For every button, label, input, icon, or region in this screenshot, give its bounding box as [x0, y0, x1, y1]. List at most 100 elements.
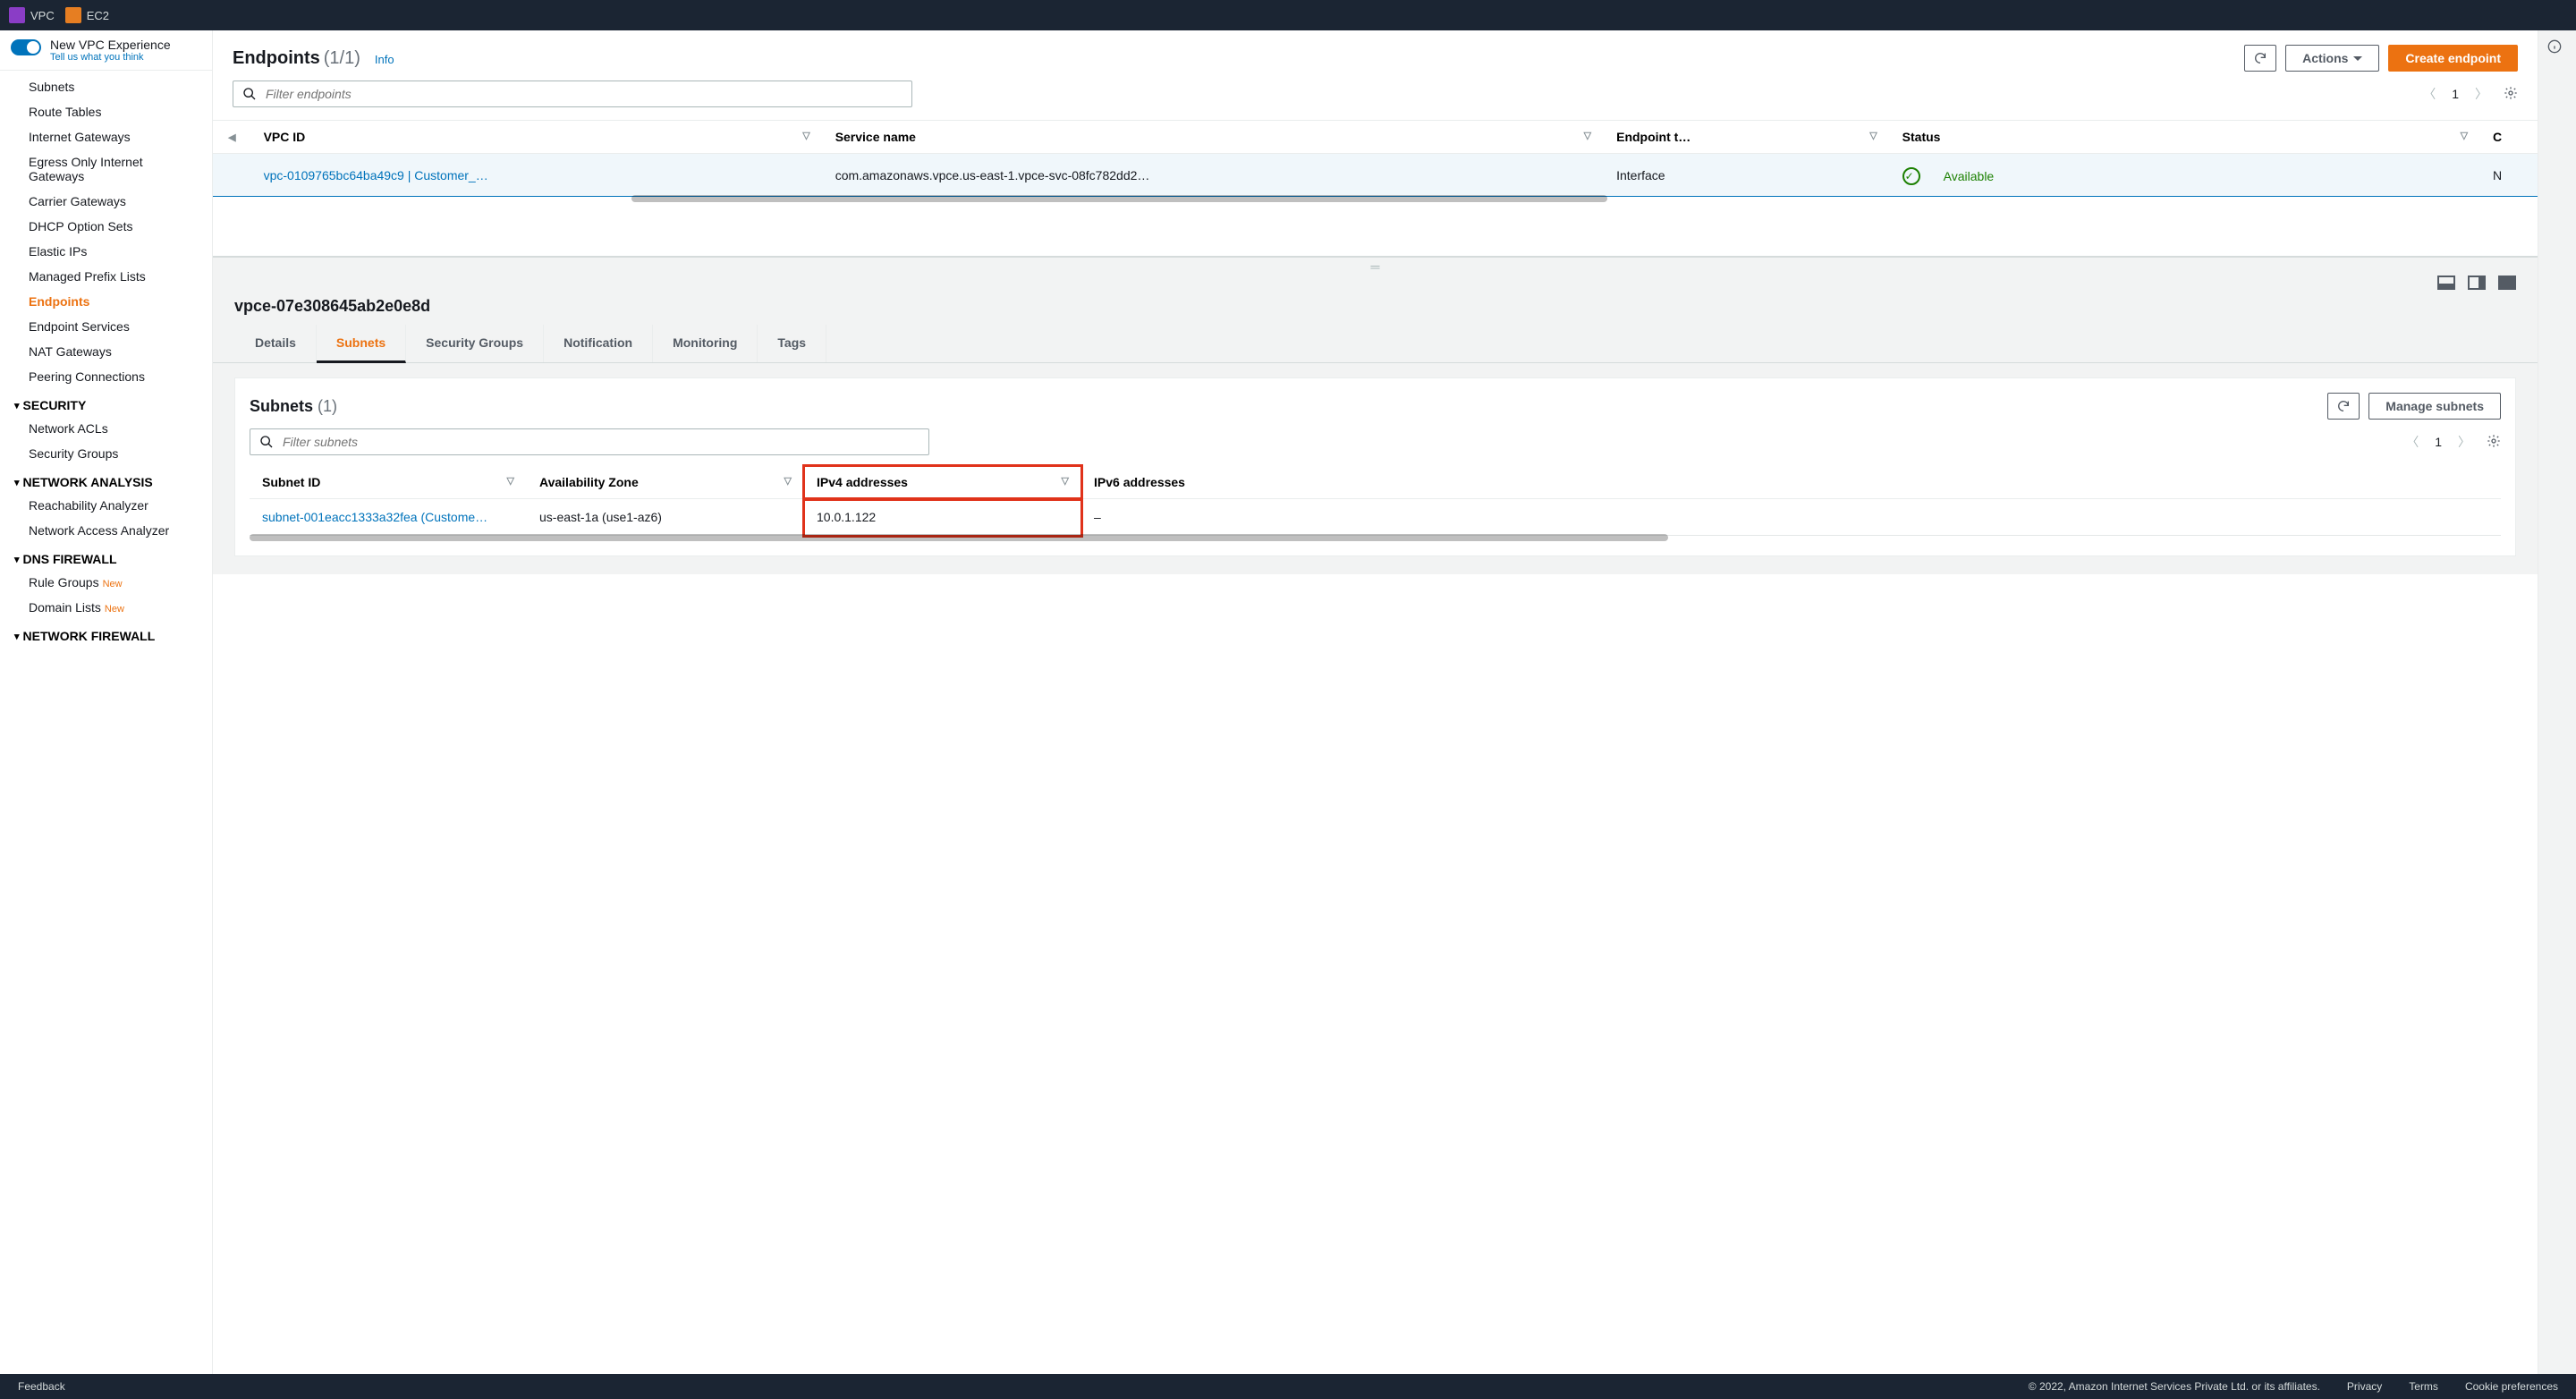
sidebar-item[interactable]: DHCP Option Sets [0, 214, 212, 239]
page-number: 1 [2452, 87, 2459, 101]
terms-link[interactable]: Terms [2409, 1380, 2438, 1393]
sidebar-item[interactable]: Domain ListsNew [0, 595, 212, 620]
sidebar-item[interactable]: Security Groups [0, 441, 212, 466]
gear-icon [2504, 86, 2518, 100]
subnets-panel: Subnets (1) Manage subnets [234, 377, 2516, 556]
vpc-link[interactable]: vpc-0109765bc64ba49c9 | Customer_… [264, 168, 488, 182]
help-panel-toggle[interactable] [2538, 30, 2576, 1374]
sidebar-item[interactable]: Subnets [0, 74, 212, 99]
filter-input-field[interactable] [266, 87, 902, 101]
next-page[interactable]: 〉 [2458, 433, 2470, 451]
refresh-button[interactable] [2244, 45, 2276, 72]
horizontal-scrollbar[interactable] [213, 195, 2538, 202]
sidebar-item[interactable]: Endpoint Services [0, 314, 212, 339]
sidebar-item[interactable]: Endpoints [0, 289, 212, 314]
tab-bar: DetailsSubnetsSecurity GroupsNotificatio… [213, 325, 2538, 363]
filter-endpoints-input[interactable] [233, 81, 912, 107]
service-tab-ec2[interactable]: EC2 [65, 7, 109, 23]
sidebar-item[interactable]: Network Access Analyzer [0, 518, 212, 543]
nav-group[interactable]: DNS FIREWALL [0, 543, 212, 570]
cell-ipv4: 10.0.1.122 [804, 499, 1081, 536]
tab-details[interactable]: Details [234, 325, 317, 362]
filter-subnets-input[interactable] [250, 428, 929, 455]
tab-notification[interactable]: Notification [544, 325, 653, 362]
sidebar-item[interactable]: Internet Gateways [0, 124, 212, 149]
col-endpoint-type[interactable]: Endpoint t…▽ [1604, 121, 1890, 154]
table-row[interactable]: vpc-0109765bc64ba49c9 | Customer_… com.a… [213, 154, 2538, 197]
cell-ipv6: – [1081, 499, 2501, 536]
create-endpoint-button[interactable]: Create endpoint [2388, 45, 2518, 72]
sidebar-item[interactable]: Rule GroupsNew [0, 570, 212, 595]
sidebar-item[interactable]: Reachability Analyzer [0, 493, 212, 518]
prev-page[interactable]: 〈 [2406, 433, 2419, 451]
cookie-link[interactable]: Cookie preferences [2465, 1380, 2558, 1393]
page-number: 1 [2435, 435, 2442, 449]
detail-panel: ═ vpce-07e308645ab2e0e8d DetailsSubnetsS… [213, 256, 2538, 574]
tab-tags[interactable]: Tags [758, 325, 826, 362]
ec2-icon [65, 7, 81, 23]
tab-security-groups[interactable]: Security Groups [406, 325, 544, 362]
search-icon [242, 87, 257, 101]
refresh-subnets-button[interactable] [2327, 393, 2360, 420]
feedback-link[interactable]: Feedback [18, 1380, 65, 1393]
layout-right-icon[interactable] [2468, 276, 2486, 290]
page-header: Endpoints (1/1) Info Actions Create endp… [213, 30, 2538, 75]
sidebar-item[interactable]: Network ACLs [0, 416, 212, 441]
col-vpc-id[interactable]: VPC ID▽ [251, 121, 823, 154]
privacy-link[interactable]: Privacy [2347, 1380, 2382, 1393]
sidebar-item[interactable]: Route Tables [0, 99, 212, 124]
subnets-table: Subnet ID▽ Availability Zone▽ IPv4 addre… [250, 466, 2501, 536]
manage-subnets-button[interactable]: Manage subnets [2368, 393, 2501, 420]
col-ipv6[interactable]: IPv6 addresses [1081, 466, 2501, 499]
layout-bottom-icon[interactable] [2437, 276, 2455, 290]
service-tab-bar: VPC EC2 [0, 0, 2576, 30]
subnets-settings-button[interactable] [2487, 434, 2501, 451]
collapse-column-button[interactable]: ◀ [213, 121, 251, 154]
prev-page[interactable]: 〈 [2423, 85, 2436, 103]
col-ipv4[interactable]: IPv4 addresses▽ [804, 466, 1081, 499]
footer: Feedback © 2022, Amazon Internet Service… [0, 1374, 2576, 1399]
toggle-feedback-link[interactable]: Tell us what you think [50, 52, 171, 63]
sidebar-item[interactable]: Carrier Gateways [0, 189, 212, 214]
layout-full-icon[interactable] [2498, 276, 2516, 290]
col-az[interactable]: Availability Zone▽ [527, 466, 804, 499]
page-title-count: (1/1) [324, 48, 360, 69]
service-label: VPC [30, 9, 55, 22]
col-service-name[interactable]: Service name▽ [823, 121, 1604, 154]
sidebar-item[interactable]: NAT Gateways [0, 339, 212, 364]
sidebar: New VPC Experience Tell us what you thin… [0, 30, 213, 1374]
sidebar-item[interactable]: Egress Only Internet Gateways [0, 149, 212, 189]
nav-group[interactable]: NETWORK ANALYSIS [0, 466, 212, 493]
new-experience-toggle[interactable] [11, 39, 41, 55]
table-row[interactable]: subnet-001eacc1333a32fea (Custome… us-ea… [250, 499, 2501, 536]
info-link[interactable]: Info [375, 53, 394, 66]
sidebar-item[interactable]: Elastic IPs [0, 239, 212, 264]
search-icon [259, 435, 274, 449]
toggle-title: New VPC Experience [50, 38, 171, 52]
vpc-icon [9, 7, 25, 23]
endpoints-table: ◀ VPC ID▽ Service name▽ Endpoint t…▽ Sta… [213, 120, 2538, 256]
drag-handle[interactable]: ═ [213, 258, 2538, 276]
sidebar-item[interactable]: Peering Connections [0, 364, 212, 389]
subnets-paginator: 〈 1 〉 [2406, 433, 2501, 451]
nav-group[interactable]: NETWORK FIREWALL [0, 620, 212, 647]
horizontal-scrollbar[interactable] [250, 534, 2501, 541]
service-tab-vpc[interactable]: VPC [9, 7, 55, 23]
sidebar-item[interactable]: Managed Prefix Lists [0, 264, 212, 289]
filter-subnets-field[interactable] [283, 435, 919, 449]
next-page[interactable]: 〉 [2475, 85, 2487, 103]
detail-title: vpce-07e308645ab2e0e8d [213, 295, 2538, 325]
refresh-icon [2336, 399, 2351, 413]
table-settings-button[interactable] [2504, 86, 2518, 103]
subnet-link[interactable]: subnet-001eacc1333a32fea (Custome… [262, 510, 487, 524]
gear-icon [2487, 434, 2501, 448]
tab-monitoring[interactable]: Monitoring [653, 325, 758, 362]
refresh-icon [2253, 51, 2267, 65]
col-subnet-id[interactable]: Subnet ID▽ [250, 466, 527, 499]
actions-dropdown[interactable]: Actions [2285, 45, 2379, 72]
cell-type: Interface [1604, 154, 1890, 197]
col-status[interactable]: Status▽ [1890, 121, 2480, 154]
col-last[interactable]: C [2480, 121, 2538, 154]
tab-subnets[interactable]: Subnets [317, 325, 406, 363]
nav-group[interactable]: SECURITY [0, 389, 212, 416]
